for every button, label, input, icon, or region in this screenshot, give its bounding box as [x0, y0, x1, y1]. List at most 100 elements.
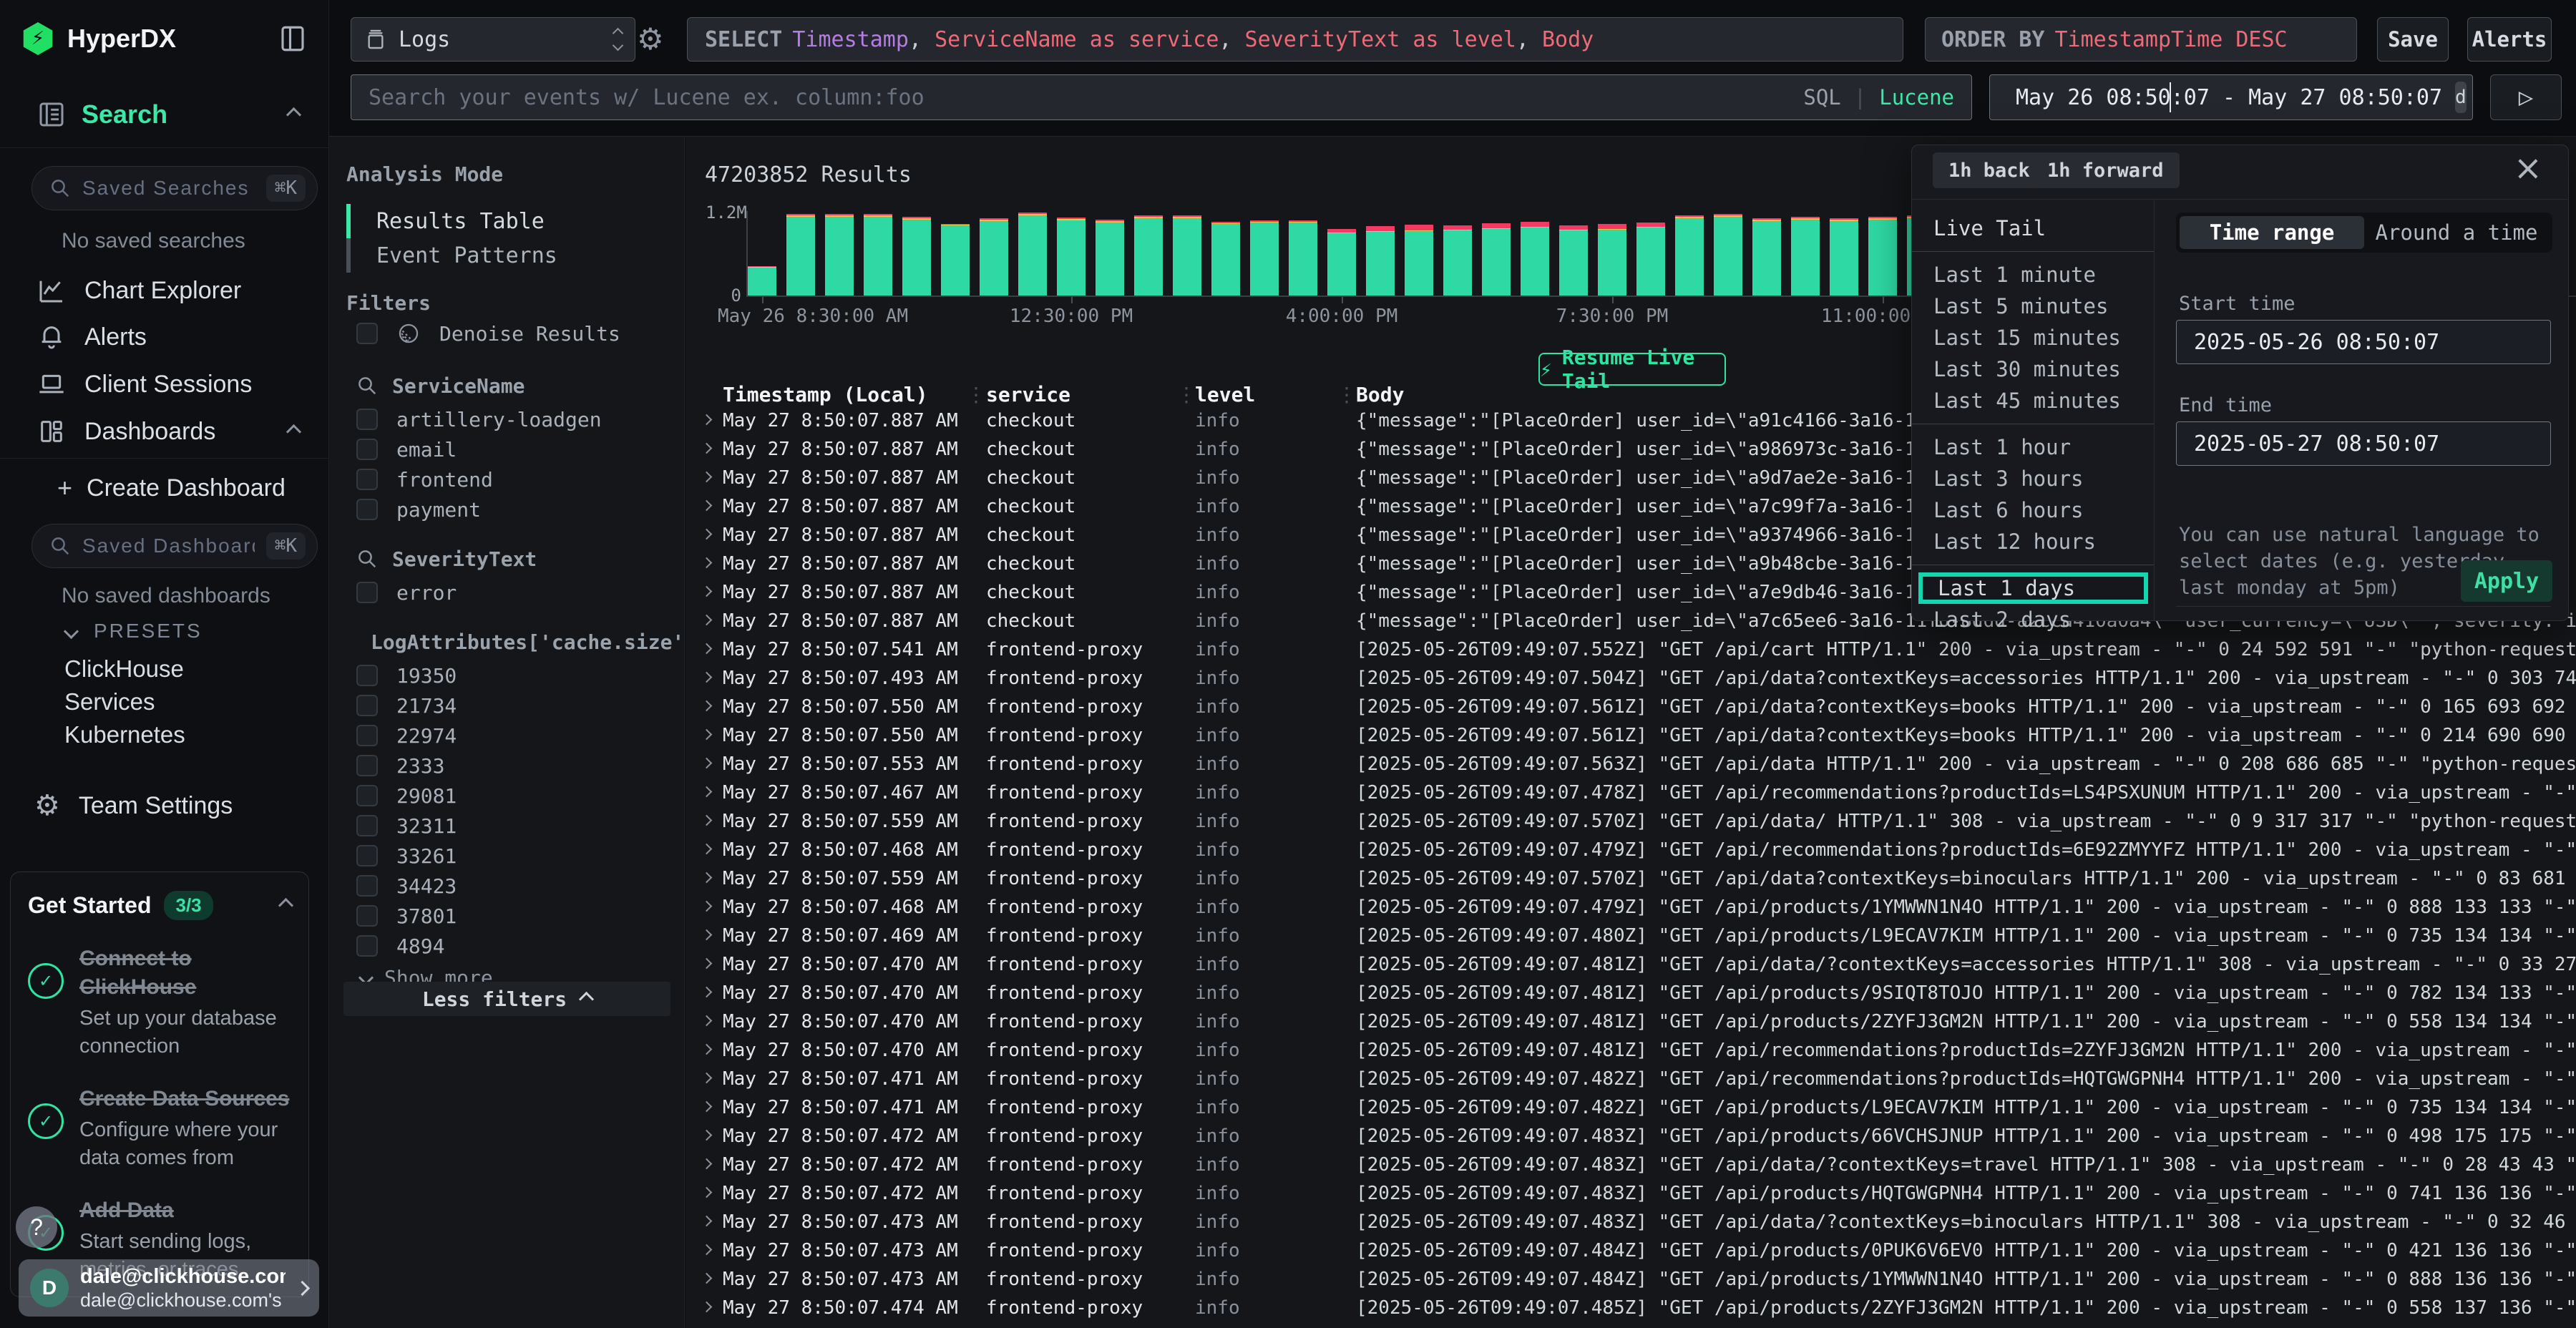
checkbox[interactable] [356, 695, 378, 716]
col-service[interactable]: service [986, 383, 1070, 406]
table-row[interactable]: May 27 8:50:07.471 AMfrontend-proxyinfo[… [686, 1064, 2576, 1093]
filter-value-row[interactable]: email [329, 434, 685, 464]
checkbox[interactable] [356, 875, 378, 897]
chart-bar[interactable] [786, 214, 815, 296]
row-expand-icon[interactable] [701, 929, 713, 941]
row-expand-icon[interactable] [701, 1073, 713, 1084]
chart-bar[interactable] [1636, 223, 1665, 296]
table-row[interactable]: May 27 8:50:07.550 AMfrontend-proxyinfo[… [686, 692, 2576, 721]
chart-bar[interactable] [1211, 222, 1240, 296]
chart-bar[interactable] [1096, 220, 1124, 296]
chart-bar[interactable] [1018, 213, 1047, 296]
filter-value-row[interactable]: artillery-loadgen [329, 404, 685, 434]
chart-bar[interactable] [1598, 224, 1626, 296]
filter-value-row[interactable]: 21734 [329, 690, 685, 721]
chart-bar[interactable] [1752, 218, 1781, 296]
table-row[interactable]: May 27 8:50:07.468 AMfrontend-proxyinfo[… [686, 835, 2576, 864]
table-row[interactable]: May 27 8:50:07.471 AMfrontend-proxyinfo[… [686, 1093, 2576, 1121]
table-row[interactable]: May 27 8:50:07.472 AMfrontend-proxyinfo[… [686, 1121, 2576, 1150]
chart-bar[interactable] [1714, 214, 1742, 296]
row-expand-icon[interactable] [701, 414, 713, 426]
order-by-editor[interactable]: ORDER BY TimestampTime DESC [1925, 17, 2357, 62]
time-option[interactable]: Live Tail [1912, 213, 2154, 244]
checkbox[interactable] [356, 845, 378, 866]
row-expand-icon[interactable] [701, 557, 713, 569]
sql-mode-toggle[interactable]: SQL [1803, 85, 1840, 109]
time-option[interactable]: Last 45 minutes [1912, 385, 2154, 416]
chart-bar[interactable] [941, 224, 970, 296]
row-expand-icon[interactable] [701, 1273, 713, 1284]
column-resize-handle[interactable]: ⋮ [966, 383, 986, 406]
sidebar-item-alerts[interactable]: Alerts [37, 321, 147, 353]
start-time-input[interactable]: 2025-05-26 08:50:07 [2176, 320, 2551, 364]
checkbox[interactable] [356, 469, 378, 490]
sidebar-item-search[interactable]: Search [82, 99, 167, 130]
chart-bar[interactable] [1443, 225, 1472, 296]
row-expand-icon[interactable] [701, 1101, 713, 1113]
checkbox[interactable] [356, 439, 378, 460]
sidebar-item-client-sessions[interactable]: Client Sessions [37, 368, 252, 400]
col-timestamp[interactable]: Timestamp (Local) [723, 383, 928, 406]
end-time-input[interactable]: 2025-05-27 08:50:07 [2176, 421, 2551, 466]
checkbox[interactable] [356, 755, 378, 776]
run-query-button[interactable]: ▷ [2490, 74, 2562, 120]
alerts-button[interactable]: Alerts [2467, 17, 2552, 62]
one-hour-back-button[interactable]: 1h back [1933, 152, 2046, 188]
filter-value-row[interactable]: 37801 [329, 901, 685, 931]
mode-event-patterns[interactable]: Event Patterns [346, 238, 661, 273]
time-option[interactable]: Last 6 hours [1912, 494, 2154, 526]
chart-bar[interactable] [1057, 218, 1085, 296]
table-row[interactable]: May 27 8:50:07.541 AMfrontend-proxyinfo[… [686, 635, 2576, 663]
time-option[interactable]: Last 15 minutes [1912, 322, 2154, 353]
sidebar-preset-services[interactable]: Services [64, 685, 185, 718]
row-expand-icon[interactable] [701, 500, 713, 512]
row-expand-icon[interactable] [701, 758, 713, 769]
tab-around-a-time[interactable]: Around a time [2364, 216, 2549, 249]
time-option[interactable]: Last 30 minutes [1912, 353, 2154, 385]
chart-bar[interactable] [1134, 215, 1163, 296]
chevron-up-icon[interactable] [286, 107, 301, 122]
chevron-up-icon[interactable] [278, 898, 293, 913]
row-expand-icon[interactable] [701, 1130, 713, 1141]
chart-bar[interactable] [1173, 215, 1201, 296]
chart-bar[interactable] [1289, 220, 1317, 296]
filter-value-row[interactable]: 2333 [329, 751, 685, 781]
denoise-results-option[interactable]: Denoise Results [329, 318, 693, 348]
saved-searches-input[interactable]: Saved Searches ⌘K [31, 166, 318, 210]
time-option[interactable]: Last 1 hour [1912, 431, 2154, 463]
mode-results-table[interactable]: Results Table [346, 204, 661, 238]
checkbox[interactable] [356, 409, 378, 430]
time-option[interactable]: Last 3 hours [1912, 463, 2154, 494]
chart-bar[interactable] [1830, 218, 1858, 296]
chart-bar[interactable] [748, 266, 776, 296]
sidebar-item-dashboards[interactable]: Dashboards [37, 416, 309, 447]
row-expand-icon[interactable] [701, 729, 713, 741]
table-row[interactable]: May 27 8:50:07.468 AMfrontend-proxyinfo[… [686, 892, 2576, 921]
checkbox[interactable] [356, 725, 378, 746]
sidebar-collapse-icon[interactable] [278, 22, 308, 55]
table-row[interactable]: May 27 8:50:07.472 AMfrontend-proxyinfo[… [686, 1178, 2576, 1207]
row-expand-icon[interactable] [701, 1244, 713, 1256]
table-row[interactable]: May 27 8:50:07.553 AMfrontend-proxyinfo[… [686, 749, 2576, 778]
row-expand-icon[interactable] [701, 643, 713, 655]
row-expand-icon[interactable] [701, 443, 713, 454]
sidebar-preset-kubernetes[interactable]: Kubernetes [64, 718, 185, 751]
source-settings-gear-icon[interactable]: ⚙ [637, 21, 664, 57]
row-expand-icon[interactable] [701, 1302, 713, 1313]
row-expand-icon[interactable] [701, 1187, 713, 1198]
save-button[interactable]: Save [2377, 17, 2449, 62]
table-row[interactable]: May 27 8:50:07.469 AMfrontend-proxyinfo[… [686, 921, 2576, 949]
checkbox[interactable] [356, 785, 378, 806]
row-expand-icon[interactable] [701, 672, 713, 683]
select-clause-editor[interactable]: SELECTTimestamp, ServiceName as service,… [687, 17, 1903, 62]
table-row[interactable]: May 27 8:50:07.474 AMfrontend-proxyinfo[… [686, 1293, 2576, 1322]
lucene-mode-toggle[interactable]: Lucene [1879, 85, 1954, 109]
time-option[interactable]: Last 5 minutes [1912, 290, 2154, 322]
column-resize-handle[interactable]: ⋮ [1337, 383, 1357, 406]
row-expand-icon[interactable] [701, 1216, 713, 1227]
row-expand-icon[interactable] [701, 987, 713, 998]
chart-bar[interactable] [1559, 225, 1588, 296]
row-expand-icon[interactable] [701, 1044, 713, 1055]
row-expand-icon[interactable] [701, 815, 713, 826]
close-icon[interactable]: × [2514, 148, 2542, 188]
